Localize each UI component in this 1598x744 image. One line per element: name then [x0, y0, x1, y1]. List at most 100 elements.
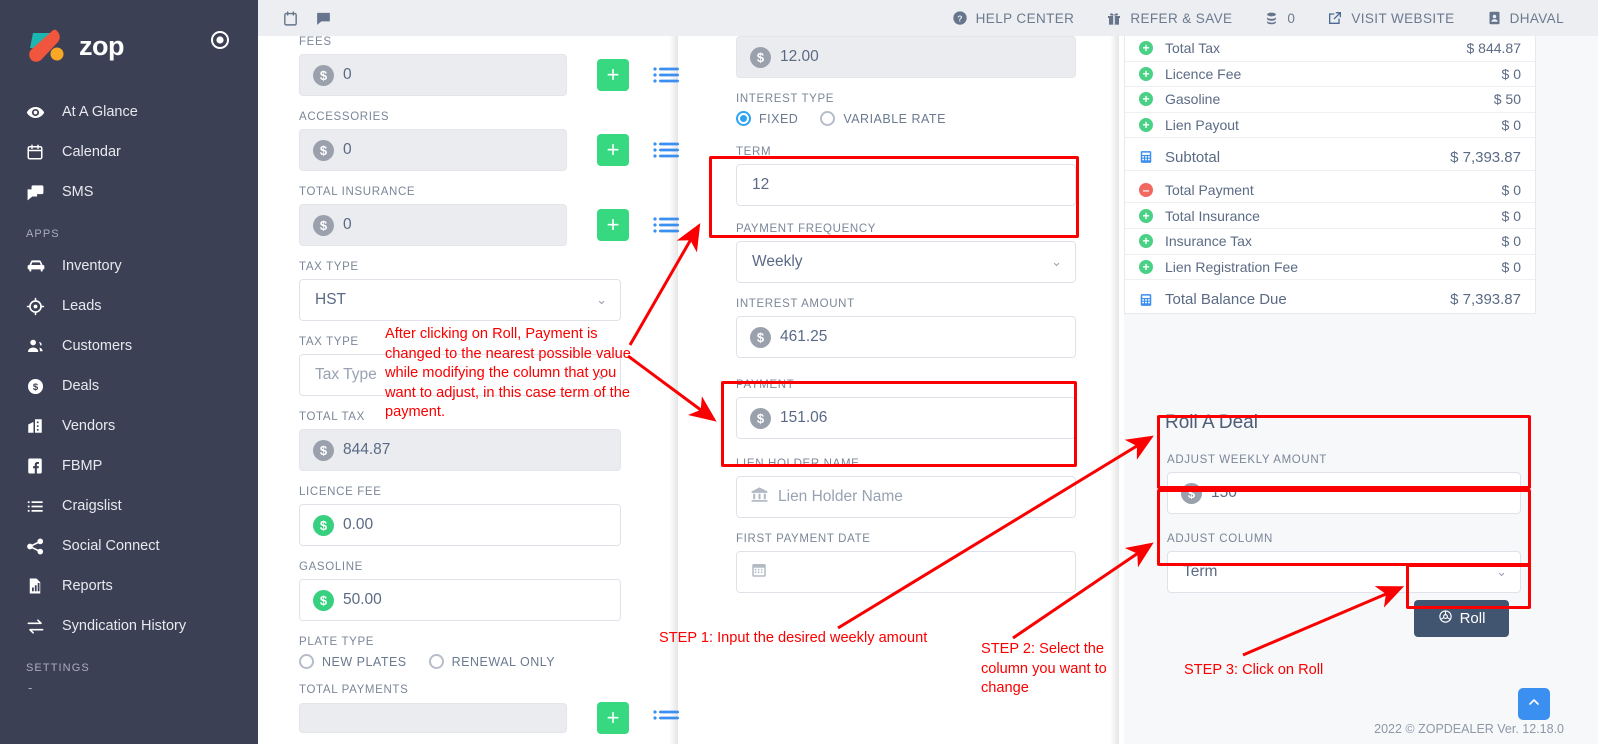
- sidebar-item-at-a-glance[interactable]: At A Glance: [0, 92, 258, 132]
- summary-row-value: $ 0: [1501, 65, 1521, 82]
- roll-button[interactable]: Roll: [1414, 600, 1509, 637]
- first-payment-date-input[interactable]: [736, 551, 1076, 593]
- target-icon[interactable]: [210, 30, 230, 55]
- user-menu-button[interactable]: DHAVAL: [1487, 10, 1564, 26]
- radio-variable-rate[interactable]: VARIABLE RATE: [820, 111, 946, 126]
- radio-new-plates[interactable]: NEW PLATES: [299, 654, 407, 669]
- plus-circle-icon: +: [1139, 92, 1159, 107]
- term-input[interactable]: 12: [736, 164, 1076, 206]
- plate-type-options: NEW PLATES RENEWAL ONLY: [299, 654, 679, 669]
- top-amount-input[interactable]: $ 12.00: [736, 36, 1076, 78]
- total-tax-label: TOTAL TAX: [299, 411, 365, 423]
- interest-amount-input[interactable]: $ 461.25: [736, 316, 1076, 358]
- calendar-icon: [750, 561, 768, 584]
- fees-value: 0: [343, 66, 352, 83]
- exchange-icon: [26, 617, 52, 636]
- summary-row-name: Total Insurance: [1165, 207, 1260, 224]
- radio-renewal-only[interactable]: RENEWAL ONLY: [428, 654, 555, 669]
- crosshair-icon: [26, 297, 52, 316]
- sidebar-item-syndication-history[interactable]: Syndication History: [0, 606, 258, 646]
- fees-input[interactable]: $ 0: [299, 54, 567, 96]
- main-content: FEES $ 0 + ACCESSORIES $ 0 + TOTAL INSUR…: [258, 36, 1598, 744]
- help-center-button[interactable]: ? HELP CENTER: [952, 10, 1075, 26]
- brand-logo[interactable]: zop: [26, 26, 125, 66]
- summary-card: + Total Tax $ 844.87 + Licence Fee $ 0 +…: [1124, 36, 1536, 315]
- svg-text:?: ?: [957, 13, 963, 23]
- dollar-icon: $: [750, 326, 771, 348]
- summary-row: – Total Payment $ 0: [1125, 171, 1535, 204]
- sidebar-item-inventory[interactable]: Inventory: [0, 246, 258, 286]
- column-divider-right: [1110, 36, 1119, 744]
- licence-fee-input[interactable]: $ 0.00: [299, 504, 621, 546]
- total-payments-list-icon[interactable]: [653, 708, 679, 728]
- user-card-icon: [1487, 10, 1502, 26]
- tax-type-select[interactable]: HST ⌄: [299, 279, 621, 321]
- summary-row-value: $ 0: [1501, 117, 1521, 134]
- accessories-list-icon[interactable]: [653, 140, 679, 160]
- field-total-payments: TOTAL PAYMENTS +: [299, 684, 679, 734]
- minus-circle-icon: –: [1139, 182, 1159, 197]
- add-fee-button[interactable]: +: [597, 59, 629, 91]
- report-icon: [26, 577, 52, 595]
- sidebar-item-leads[interactable]: Leads: [0, 286, 258, 326]
- tax-type-2-select[interactable]: Tax Type ⌄: [299, 354, 621, 396]
- calendar-icon[interactable]: [282, 10, 299, 27]
- total-insurance-input[interactable]: $ 0: [299, 204, 567, 246]
- add-accessory-button[interactable]: +: [597, 134, 629, 166]
- sidebar-item-reports[interactable]: Reports: [0, 566, 258, 606]
- sidebar-item-craigslist[interactable]: Craigslist: [0, 486, 258, 526]
- sidebar-item-label: Calendar: [62, 144, 121, 160]
- payment-input[interactable]: $ 151.06: [736, 397, 1076, 439]
- adjust-weekly-amount-input[interactable]: $ 150: [1167, 472, 1521, 514]
- interest-type-options: FIXED VARIABLE RATE: [736, 111, 1076, 126]
- sidebar-section-settings: SETTINGS: [26, 662, 90, 674]
- eye-icon: [26, 103, 52, 122]
- radio-fixed[interactable]: FIXED: [736, 111, 798, 126]
- accessories-input[interactable]: $ 0: [299, 129, 567, 171]
- radio-icon: [299, 654, 314, 669]
- lien-holder-name-placeholder: Lien Holder Name: [778, 488, 903, 505]
- fees-list-icon[interactable]: [653, 65, 679, 85]
- roll-button-label: Roll: [1459, 610, 1486, 627]
- field-accessories: ACCESSORIES $ 0 +: [299, 111, 679, 171]
- sidebar-item-vendors[interactable]: Vendors: [0, 406, 258, 446]
- adjust-weekly-amount-label: ADJUST WEEKLY AMOUNT: [1167, 454, 1327, 466]
- zop-logo-mark: [26, 26, 72, 66]
- total-insurance-list-icon[interactable]: [653, 215, 679, 235]
- gift-icon: [1106, 10, 1122, 26]
- summary-row-value: $ 0: [1501, 233, 1521, 250]
- summary-row-value: $ 0: [1501, 207, 1521, 224]
- sidebar-item-calendar[interactable]: Calendar: [0, 132, 258, 172]
- add-payment-button[interactable]: +: [597, 702, 629, 734]
- sidebar-item-label: SMS: [62, 184, 94, 200]
- gasoline-input[interactable]: $ 50.00: [299, 579, 621, 621]
- dollar-icon: $: [1181, 482, 1202, 504]
- field-first-payment-date: FIRST PAYMENT DATE: [736, 533, 1076, 593]
- sidebar-item-deals[interactable]: $ Deals: [0, 366, 258, 406]
- visit-website-button[interactable]: VISIT WEBSITE: [1327, 10, 1454, 26]
- sidebar-item-social-connect[interactable]: Social Connect: [0, 526, 258, 566]
- adjust-column-select[interactable]: Term ⌄: [1167, 551, 1521, 593]
- licence-fee-label: LICENCE FEE: [299, 486, 382, 498]
- lien-holder-name-input[interactable]: Lien Holder Name: [736, 476, 1076, 518]
- tax-type-2-label: TAX TYPE: [299, 336, 359, 348]
- summary-row-name: Lien Payout: [1165, 117, 1239, 134]
- sidebar-item-fbmp[interactable]: FBMP: [0, 446, 258, 486]
- plus-circle-icon: +: [1139, 208, 1159, 223]
- credits-button[interactable]: 0: [1264, 11, 1295, 26]
- radio-label: NEW PLATES: [322, 654, 407, 669]
- interest-amount-value: 461.25: [780, 328, 828, 345]
- accessories-row: $ 0 +: [299, 129, 679, 171]
- chat-icon[interactable]: [315, 10, 332, 27]
- refer-and-save-button[interactable]: REFER & SAVE: [1106, 10, 1232, 26]
- sidebar-item-customers[interactable]: Customers: [0, 326, 258, 366]
- add-insurance-button[interactable]: +: [597, 209, 629, 241]
- payment-frequency-select[interactable]: Weekly ⌄: [736, 241, 1076, 283]
- term-label: TERM: [736, 146, 772, 158]
- scroll-to-top-button[interactable]: [1518, 688, 1550, 720]
- field-payment: PAYMENT $ 151.06: [736, 379, 1076, 439]
- users-icon: [26, 337, 52, 356]
- sidebar-item-sms[interactable]: SMS: [0, 172, 258, 212]
- total-payments-input[interactable]: [299, 703, 567, 733]
- dollar-circle-icon: $: [26, 377, 52, 396]
